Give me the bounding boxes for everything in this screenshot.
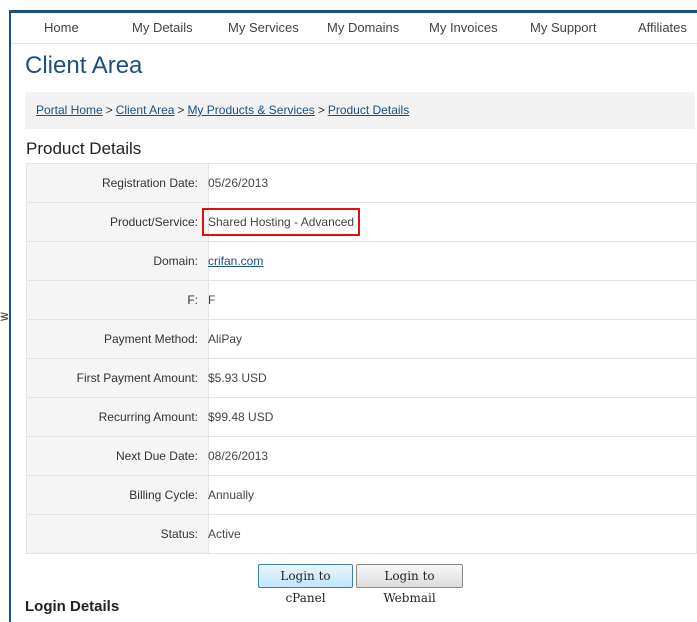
top-nav: Home My Details My Services My Domains M… <box>11 13 697 44</box>
detail-label: Next Due Date: <box>27 437 209 475</box>
nav-item-my-support[interactable]: My Support <box>530 13 596 43</box>
detail-row-next-due-date: Next Due Date: 08/26/2013 <box>27 437 696 476</box>
breadcrumb-product-details[interactable]: Product Details <box>328 103 409 117</box>
breadcrumb-separator: > <box>317 103 325 117</box>
page-title: Client Area <box>25 52 143 79</box>
domain-link[interactable]: crifan.com <box>208 254 263 268</box>
detail-value: $99.48 USD <box>208 410 274 424</box>
detail-label: Domain: <box>27 242 209 280</box>
breadcrumb-separator: > <box>105 103 113 117</box>
detail-row-domain: Domain: crifan.com <box>27 242 696 281</box>
detail-label: Product/Service: <box>27 203 209 241</box>
detail-label: Billing Cycle: <box>27 476 209 514</box>
nav-item-my-invoices[interactable]: My Invoices <box>429 13 498 43</box>
detail-label: Status: <box>27 515 209 553</box>
breadcrumb: Portal Home > Client Area > My Products & Se… <box>25 92 695 129</box>
detail-label: First Payment Amount: <box>27 359 209 397</box>
product-details-table: Registration Date: 05/26/2013 Product/Se… <box>26 163 697 554</box>
detail-value: 05/26/2013 <box>208 176 269 190</box>
breadcrumb-client-area[interactable]: Client Area <box>116 103 175 117</box>
detail-row-payment-method: Payment Method: AliPay <box>27 320 696 359</box>
product-details-heading: Product Details <box>26 139 142 158</box>
breadcrumb-portal-home[interactable]: Portal Home <box>36 103 103 117</box>
login-cpanel-button[interactable]: Login to cPanel <box>258 564 353 605</box>
detail-value: F <box>208 293 216 307</box>
detail-label: F: <box>27 281 209 319</box>
detail-row-first-payment-amount: First Payment Amount: $5.93 USD <box>27 359 696 398</box>
detail-label: Registration Date: <box>27 164 209 202</box>
left-border <box>9 10 11 622</box>
detail-value: crifan.com <box>208 242 263 280</box>
nav-item-my-details[interactable]: My Details <box>132 13 193 43</box>
detail-row-status: Status: Active <box>27 515 696 554</box>
client-area-page: ᕒ Home My Details My Services My Domains… <box>0 0 697 622</box>
detail-row-recurring-amount: Recurring Amount: $99.48 USD <box>27 398 696 437</box>
nav-item-my-domains[interactable]: My Domains <box>327 13 399 43</box>
detail-value: Annually <box>208 488 255 502</box>
detail-label: Payment Method: <box>27 320 209 358</box>
nav-item-my-services[interactable]: My Services <box>228 13 299 43</box>
side-cursor-icon: ᕒ <box>0 310 9 324</box>
detail-row-billing-cycle: Billing Cycle: Annually <box>27 476 696 515</box>
breadcrumb-separator: > <box>177 103 185 117</box>
detail-row-product-service: Product/Service: Shared Hosting - Advanc… <box>27 203 696 242</box>
login-webmail-button[interactable]: Login to Webmail <box>356 564 463 605</box>
login-details-heading: Login Details <box>25 598 120 615</box>
nav-item-affiliates[interactable]: Affiliates <box>638 13 687 43</box>
nav-item-home[interactable]: Home <box>44 13 79 43</box>
detail-row-f: F: F <box>27 281 696 320</box>
breadcrumb-my-products-services[interactable]: My Products & Services <box>187 103 314 117</box>
detail-value: Active <box>208 527 241 541</box>
detail-label: Recurring Amount: <box>27 398 209 436</box>
detail-row-registration-date: Registration Date: 05/26/2013 <box>27 164 696 203</box>
detail-value: AliPay <box>208 332 243 346</box>
detail-value: $5.93 USD <box>208 371 267 385</box>
detail-value: Shared Hosting - Advanced <box>208 215 355 229</box>
detail-value: 08/26/2013 <box>208 449 269 463</box>
